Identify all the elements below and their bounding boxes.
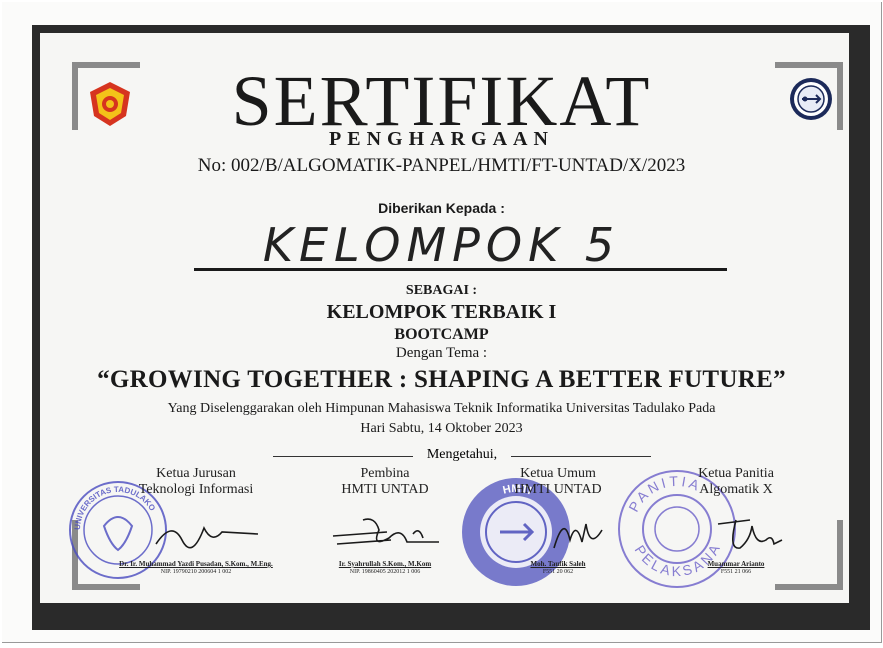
signatory-role-line1: Pembina (360, 466, 410, 481)
acknowledged-divider: Mengetahui, (273, 447, 651, 467)
signatory-id: NIP. 19790210 200604 1 002 (160, 569, 232, 575)
given-to-label: Diberikan Kepada : (378, 200, 505, 216)
acknowledged-label: Mengetahui, (426, 447, 498, 462)
theme-label: Dengan Tema : (395, 345, 488, 361)
theme-text: “GROWING TOGETHER : SHAPING A BETTER FUT… (97, 366, 786, 393)
certificate-number: No: 002/B/ALGOMATIK-PANPEL/HMTI/FT-UNTAD… (197, 155, 686, 176)
signatory-id: F551 20 062 (542, 569, 574, 575)
signature-2-icon (332, 518, 439, 545)
award-title: KELOMPOK TERBAIK I (326, 301, 557, 323)
signatory-role-line1: Ketua Panitia (698, 466, 774, 481)
signatory-role-line2: Algomatik X (699, 482, 773, 497)
certificate-subtitle: PENGHARGAAN (329, 128, 554, 150)
signatory-role-line2: HMTI UNTAD (514, 482, 602, 497)
signatory-role-line1: Ketua Umum (520, 466, 596, 481)
signatory-role-line1: Ketua Jurusan (156, 466, 236, 481)
signatory-name: Muammar Arianto (707, 560, 765, 568)
signatory-2: Pembina HMTI UNTAD Ir. Syahrullah S.Kom.… (305, 466, 465, 576)
signature-4-icon (717, 519, 783, 549)
signatory-name: Moh. Taufik Saleh (530, 560, 586, 568)
organizer-text: Yang Diselenggarakan oleh Himpunan Mahas… (167, 401, 716, 416)
signatory-1: Ketua Jurusan Teknologi Informasi Dr. Ir… (96, 466, 296, 576)
signatory-3: Ketua Umum HMTI UNTAD Moh. Taufik Saleh … (478, 466, 638, 576)
event-name: BOOTCAMP (394, 326, 489, 343)
signatory-id: NIP. 19860405 202012 1 006 (349, 569, 421, 575)
signatory-name: Ir. Syahrullah S.Kom., M.Kom (338, 560, 432, 568)
event-date: Hari Sabtu, 14 Oktober 2023 (360, 421, 523, 436)
signature-1-icon (155, 526, 259, 549)
recipient-underline (194, 268, 727, 271)
signature-3-icon (553, 523, 603, 549)
signatory-name: Dr. Ir. Muhammad Yazdi Pusadan, S.Kom., … (119, 560, 273, 568)
divider-line-right (511, 456, 651, 457)
certificate-title: SERTIFIKAT (231, 61, 652, 141)
signatory-role-line2: HMTI UNTAD (341, 482, 429, 497)
recipient-name: KELOMPOK 5 (262, 218, 621, 272)
signatory-4: Ketua Panitia Algomatik X Muammar Ariant… (656, 466, 816, 576)
signatory-id: F551 21 066 (720, 569, 752, 575)
signatory-role-line2: Teknologi Informasi (138, 482, 254, 497)
as-label: SEBAGAI : (405, 283, 478, 298)
